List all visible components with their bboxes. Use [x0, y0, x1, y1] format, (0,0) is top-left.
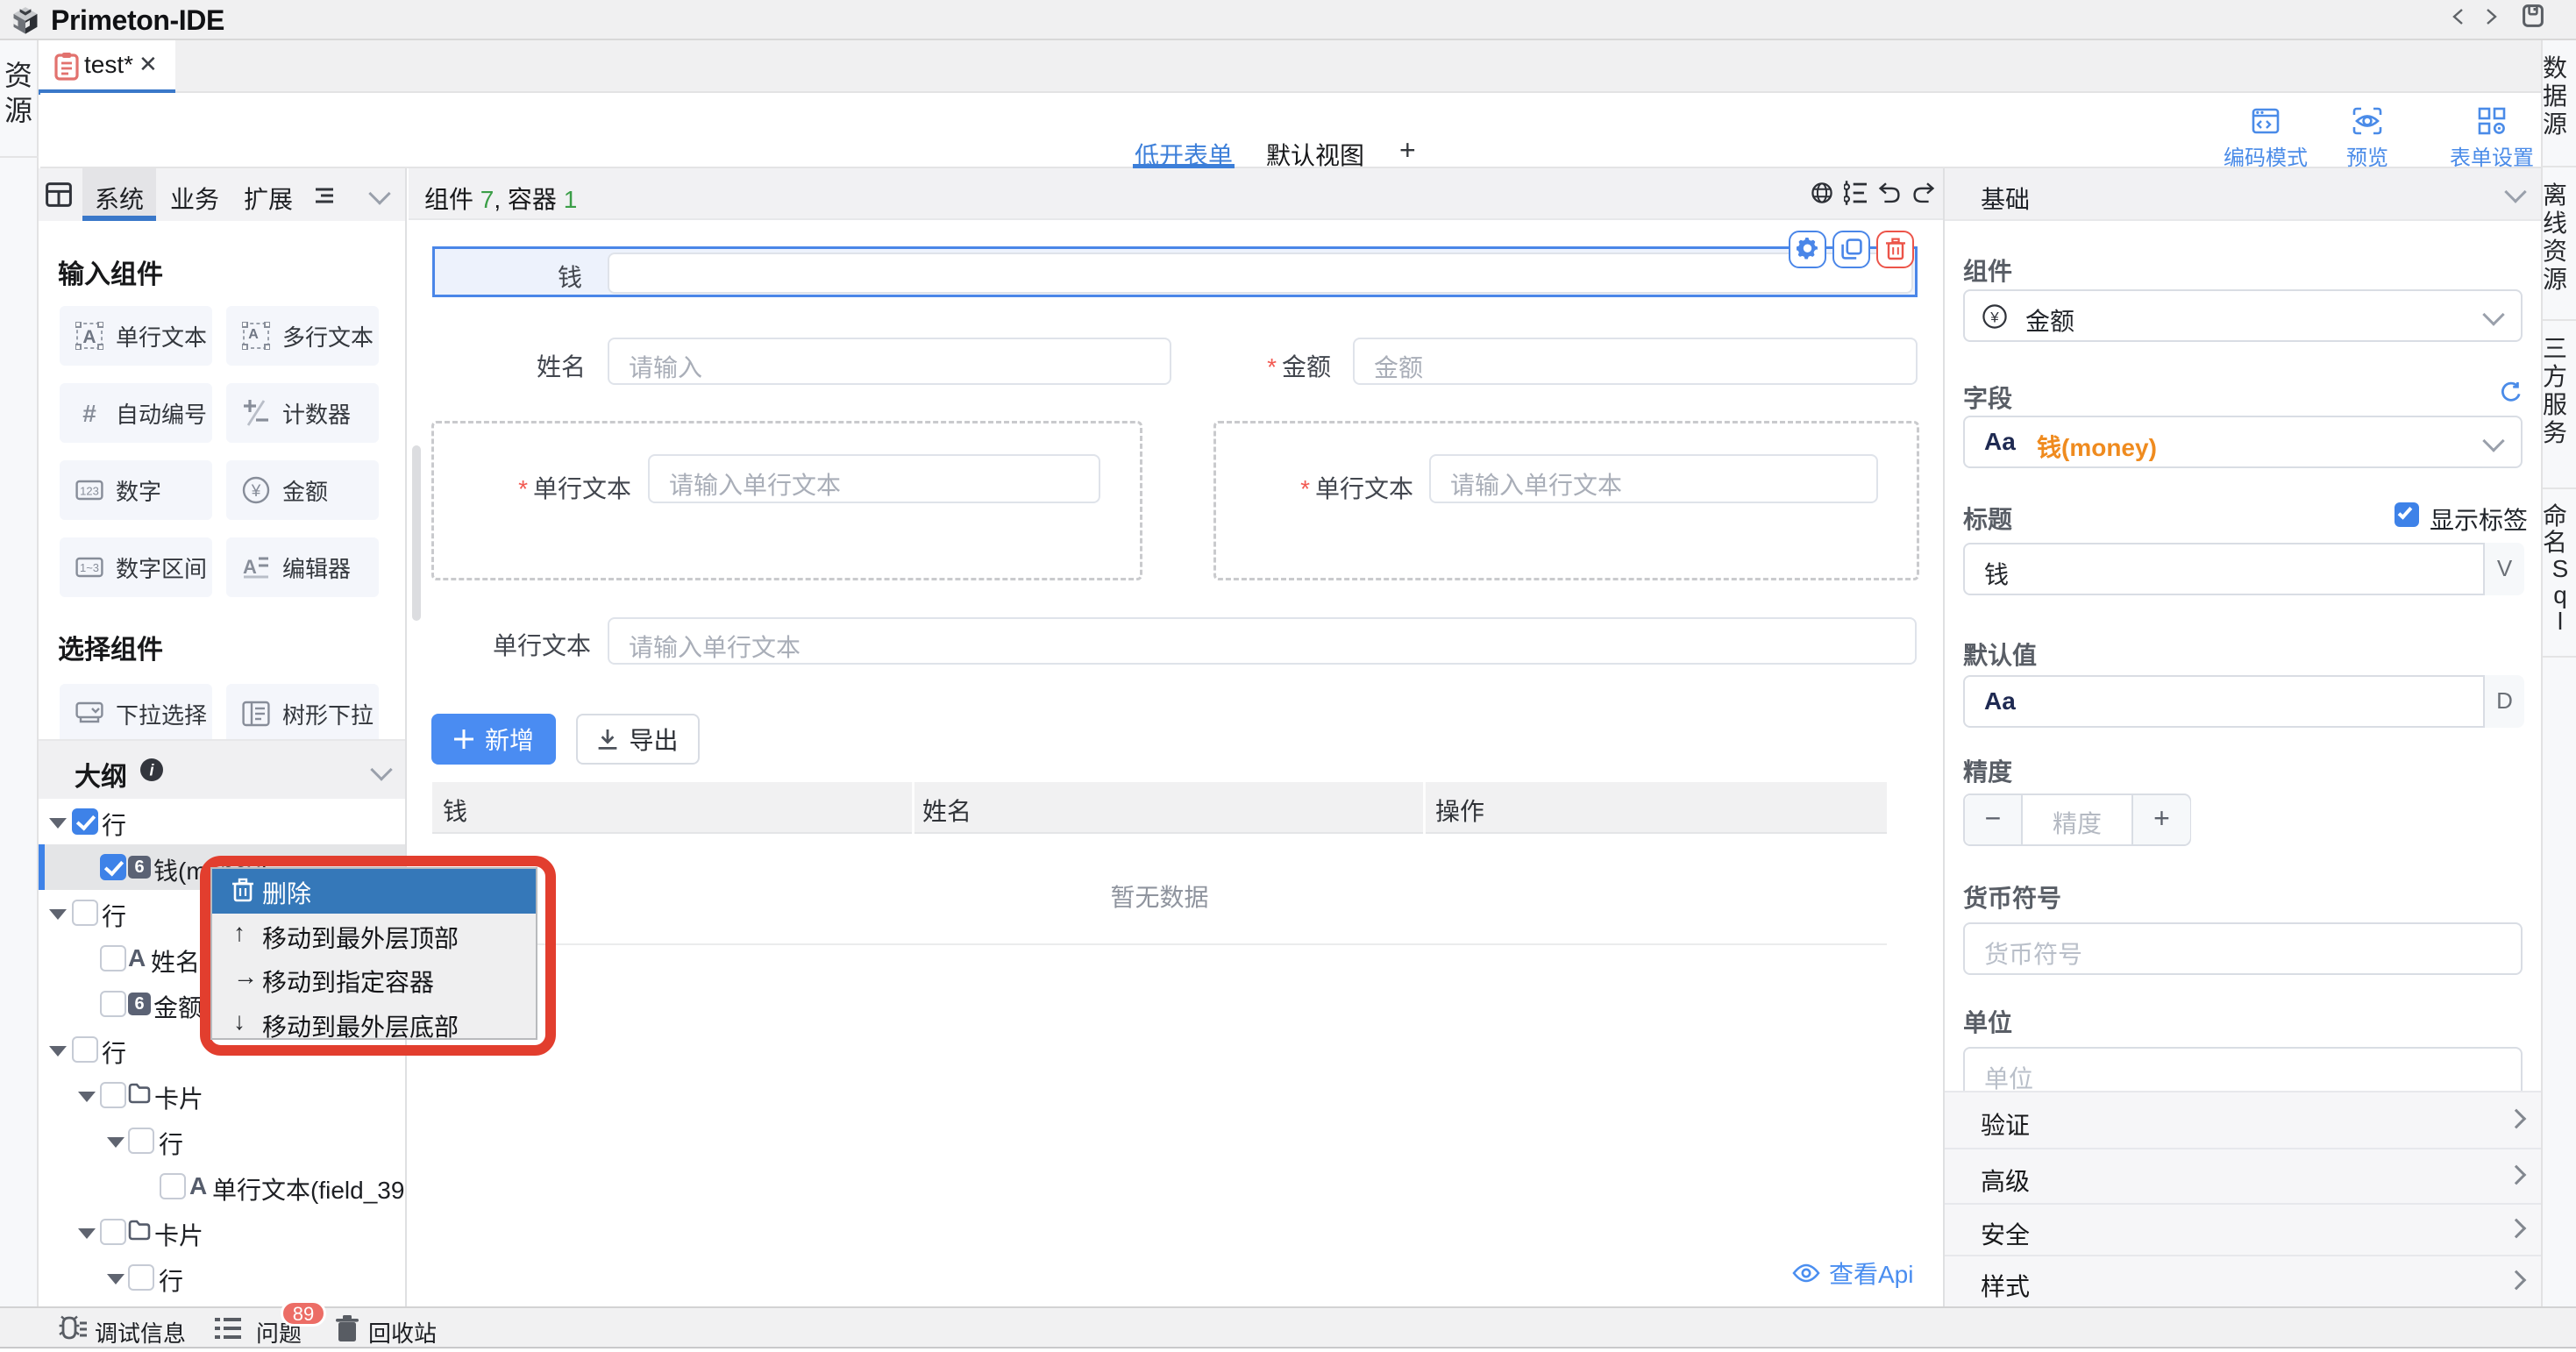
- svg-text:¥: ¥: [251, 482, 261, 501]
- svg-text:A: A: [243, 556, 257, 578]
- svg-text:1~3: 1~3: [80, 561, 99, 574]
- svg-text:123: 123: [80, 485, 99, 498]
- svg-text:#: #: [82, 400, 96, 427]
- svg-text:A: A: [248, 327, 259, 342]
- svg-text:¥: ¥: [1989, 309, 1999, 325]
- svg-text:A: A: [82, 327, 96, 347]
